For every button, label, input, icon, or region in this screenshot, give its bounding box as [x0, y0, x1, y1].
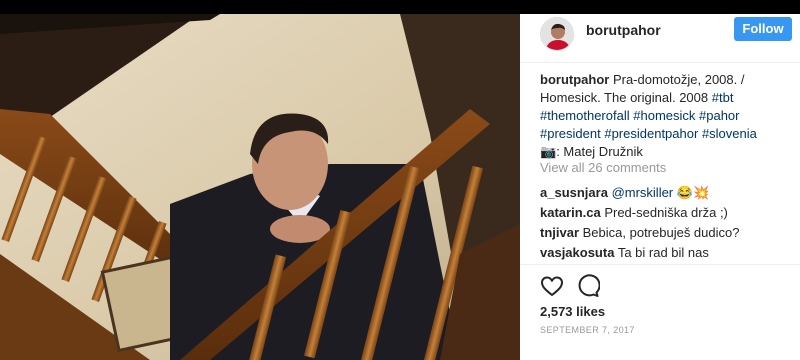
heart-icon[interactable] [540, 274, 564, 298]
photo-illustration [0, 14, 520, 360]
comment-list: a_susnjara @mrskiller 😂💥 katarin.ca Pred… [540, 183, 792, 263]
comment-username[interactable]: vasjakosuta [540, 245, 614, 260]
post-caption: borutpahor Pra-domotožje, 2008. / Homesi… [540, 71, 792, 161]
avatar[interactable] [540, 17, 574, 51]
hashtag-presidentpahor[interactable]: #presidentpahor [604, 126, 698, 141]
comment-text: 😂💥 [676, 185, 710, 200]
photo-credit: : Matej Družnik [556, 144, 643, 159]
actions-divider [520, 264, 800, 265]
post-date[interactable]: September 7, 2017 [540, 325, 635, 335]
comment-item: katarin.ca Pred-sedniška drža ;) [540, 203, 792, 223]
comment-item: a_susnjara @mrskiller 😂💥 [540, 183, 792, 203]
comment-item: tnjivar Bebica, potrebuješ dudico? [540, 223, 792, 243]
comment-username[interactable]: katarin.ca [540, 205, 601, 220]
hashtag-slovenia[interactable]: #slovenia [702, 126, 757, 141]
hashtag-tbt[interactable]: #tbt [712, 90, 734, 105]
header-divider [520, 62, 800, 63]
username[interactable]: borutpahor [586, 22, 661, 38]
view-all-comments-link[interactable]: View all 26 comments [540, 160, 666, 175]
comment-text: Ta bi rad bil nas [617, 245, 709, 260]
comment-text: Pred-sedniška drža ;) [604, 205, 728, 220]
avatar-image [541, 18, 573, 50]
like-count[interactable]: 2,573 likes [540, 304, 605, 319]
post-photo[interactable] [0, 14, 520, 360]
hashtag-president[interactable]: #president [540, 126, 601, 141]
comment-item: vasjakosuta Ta bi rad bil nas [540, 243, 792, 263]
post-sidebar: borutpahor Follow borutpahor Pra-domotož… [520, 14, 800, 360]
comment-mention[interactable]: @mrskiller [612, 185, 674, 200]
post-header: borutpahor Follow [520, 14, 800, 52]
hashtag-pahor[interactable]: #pahor [699, 108, 739, 123]
comment-username[interactable]: tnjivar [540, 225, 579, 240]
comment-text: Bebica, potrebuješ dudico? [582, 225, 740, 240]
hashtag-homesick[interactable]: #homesick [633, 108, 695, 123]
hashtag-themotherofall[interactable]: #themotherofall [540, 108, 630, 123]
comment-bubble-icon[interactable] [576, 274, 601, 298]
caption-username[interactable]: borutpahor [540, 72, 609, 87]
top-black-strip [0, 0, 800, 14]
camera-icon: 📷 [540, 144, 557, 159]
comment-username[interactable]: a_susnjara [540, 185, 608, 200]
follow-button[interactable]: Follow [734, 17, 792, 41]
